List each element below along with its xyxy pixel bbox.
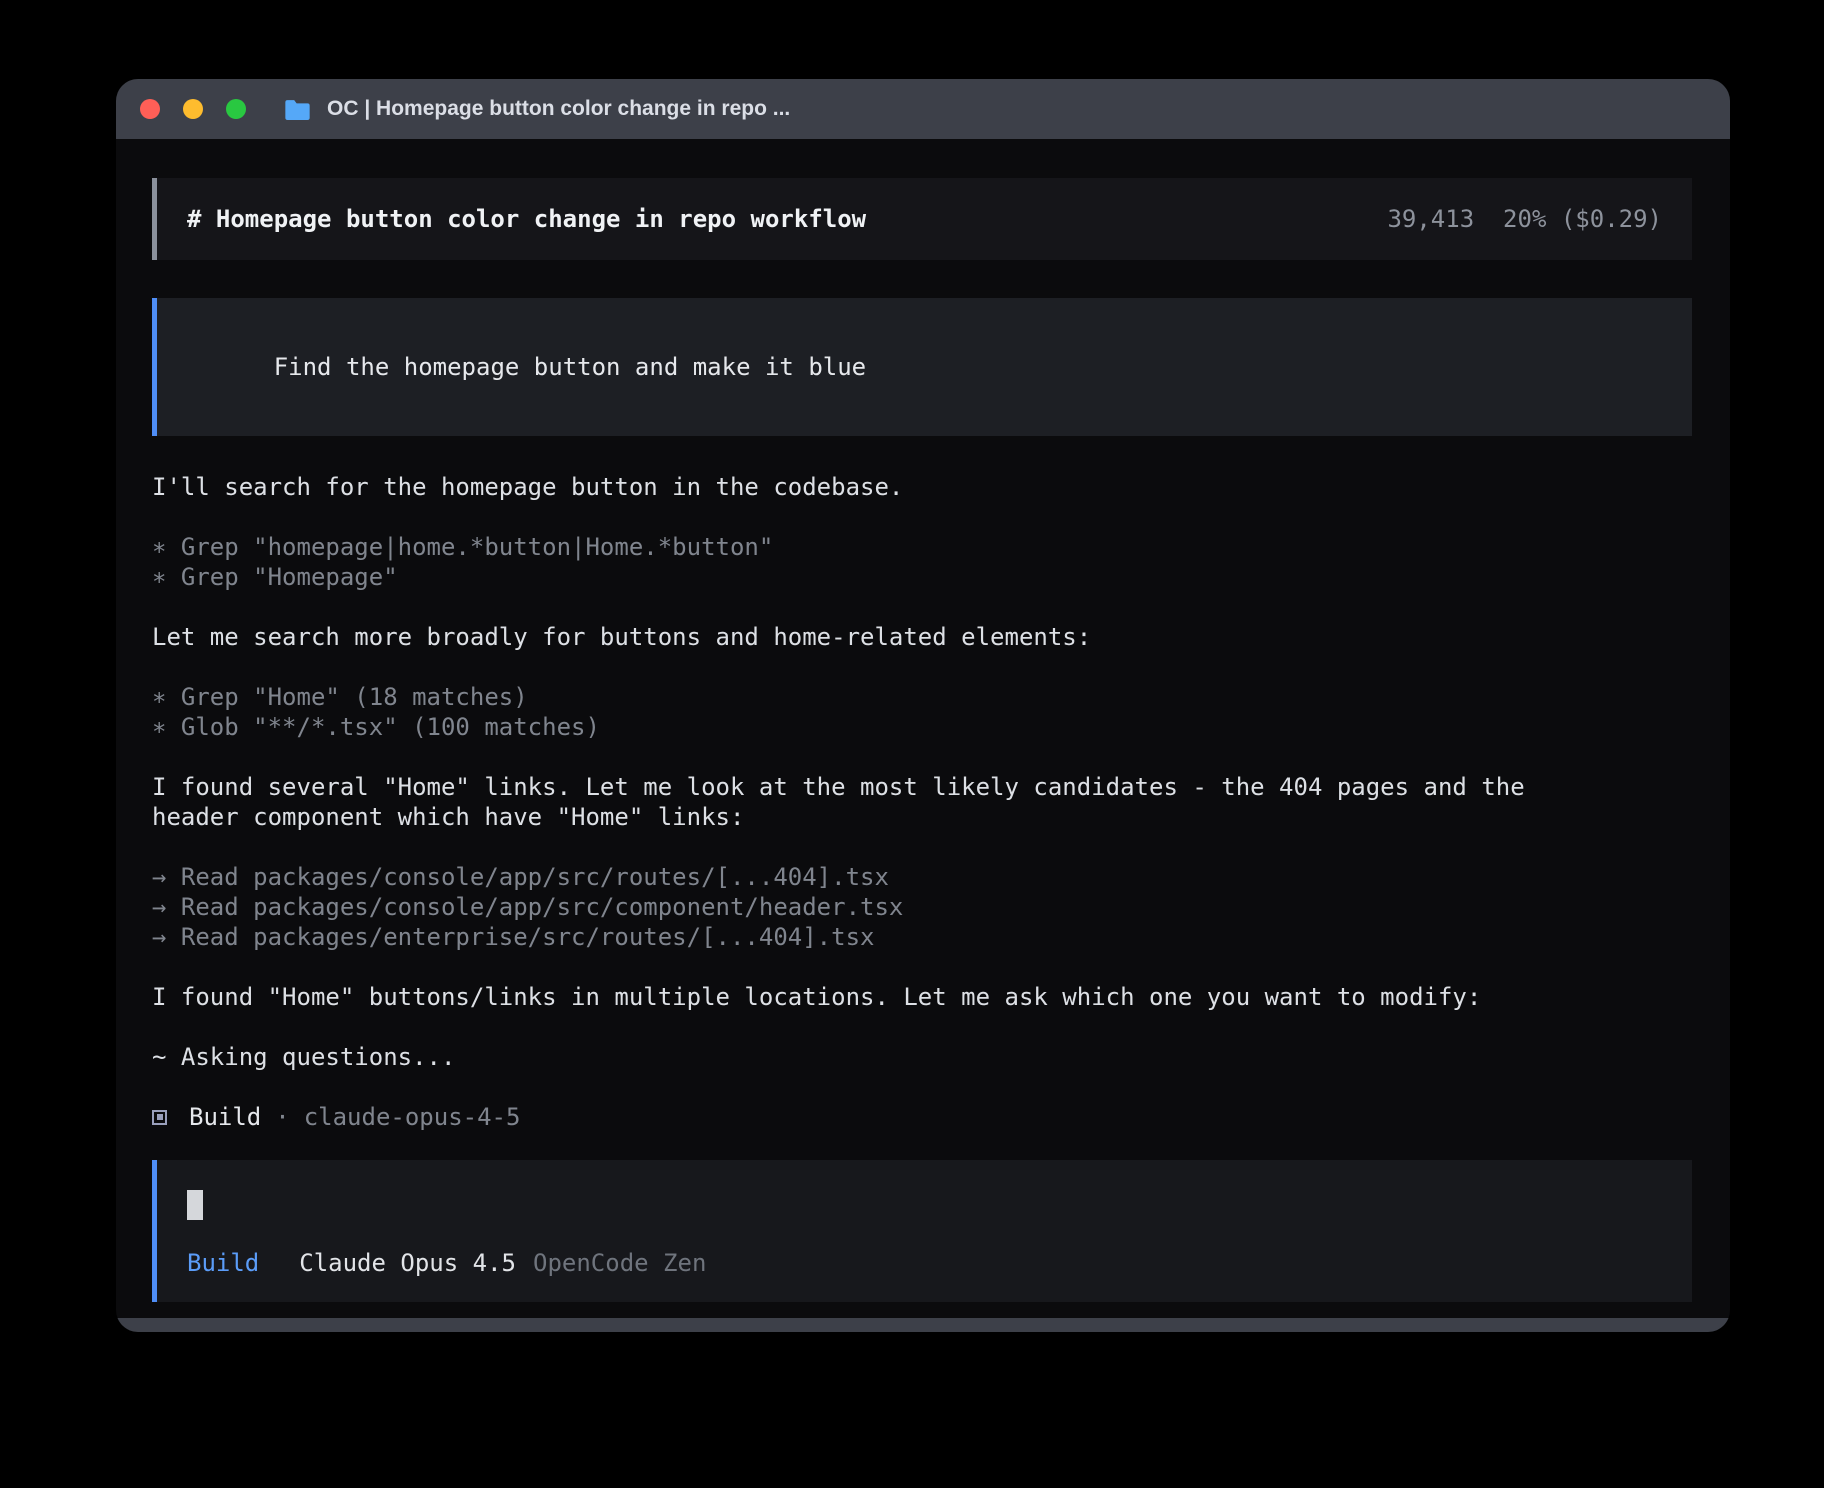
zoom-button[interactable] (226, 99, 246, 119)
session-stats: 39,413 20% ($0.29) (1387, 205, 1662, 233)
assistant-text: I found "Home" buttons/links in multiple… (152, 982, 1692, 1012)
text-cursor (187, 1190, 203, 1220)
terminal-window: OC | Homepage button color change in rep… (116, 79, 1730, 1332)
session-header: # Homepage button color change in repo w… (152, 178, 1692, 260)
input-meta-row: Build Claude Opus 4.5 OpenCode Zen (187, 1248, 1662, 1278)
status-separator: · (275, 1102, 289, 1132)
tool-call-grep: ∗ Grep "homepage|home.*button|Home.*butt… (152, 532, 1692, 562)
window-title: OC | Homepage button color change in rep… (327, 97, 790, 121)
assistant-text: I'll search for the homepage button in t… (152, 472, 1692, 502)
agent-name: Build (189, 1102, 261, 1132)
session-title: # Homepage button color change in repo w… (187, 205, 866, 233)
assistant-text: I found several "Home" links. Let me loo… (152, 772, 1692, 802)
agent-icon (152, 1110, 167, 1125)
assistant-paragraph: I found "Home" buttons/links in multiple… (152, 982, 1692, 1012)
tool-call-glob: ∗ Glob "**/*.tsx" (100 matches) (152, 712, 1692, 742)
user-message: Find the homepage button and make it blu… (152, 298, 1692, 436)
tool-call-read: → Read packages/enterprise/src/routes/[.… (152, 922, 1692, 952)
tool-call-group: ∗ Grep "homepage|home.*button|Home.*butt… (152, 532, 1692, 592)
assistant-text: Let me search more broadly for buttons a… (152, 622, 1692, 652)
tool-call-group: ∗ Grep "Home" (18 matches) ∗ Glob "**/*.… (152, 682, 1692, 742)
tool-call-grep: ∗ Grep "Home" (18 matches) (152, 682, 1692, 712)
input-agent-mode[interactable]: Build (187, 1248, 259, 1278)
assistant-text: header component which have "Home" links… (152, 802, 1692, 832)
assistant-transcript: I'll search for the homepage button in t… (152, 472, 1692, 1132)
input-provider-name: OpenCode Zen (533, 1248, 706, 1278)
terminal-content: # Homepage button color change in repo w… (116, 178, 1730, 1332)
assistant-paragraph: I found several "Home" links. Let me loo… (152, 772, 1692, 832)
input-model-name[interactable]: Claude Opus 4.5 (299, 1248, 516, 1278)
prompt-input[interactable]: Build Claude Opus 4.5 OpenCode Zen (152, 1160, 1692, 1302)
asking-questions-status: ~ Asking questions... (152, 1042, 1692, 1072)
folder-icon (284, 99, 311, 120)
assistant-paragraph: I'll search for the homepage button in t… (152, 472, 1692, 502)
agent-model: claude-opus-4-5 (304, 1102, 521, 1132)
tool-call-grep: ∗ Grep "Homepage" (152, 562, 1692, 592)
agent-status-row: Build · claude-opus-4-5 (152, 1102, 1692, 1132)
user-message-text: Find the homepage button and make it blu… (274, 353, 866, 381)
assistant-paragraph: ~ Asking questions... (152, 1042, 1692, 1072)
window-titlebar[interactable]: OC | Homepage button color change in rep… (116, 79, 1730, 139)
tool-call-read: → Read packages/console/app/src/componen… (152, 892, 1692, 922)
assistant-paragraph: Let me search more broadly for buttons a… (152, 622, 1692, 652)
traffic-lights (140, 99, 246, 119)
tool-call-group: → Read packages/console/app/src/routes/[… (152, 862, 1692, 952)
close-button[interactable] (140, 99, 160, 119)
tool-call-read: → Read packages/console/app/src/routes/[… (152, 862, 1692, 892)
window-bottom-edge (116, 1318, 1730, 1332)
minimize-button[interactable] (183, 99, 203, 119)
